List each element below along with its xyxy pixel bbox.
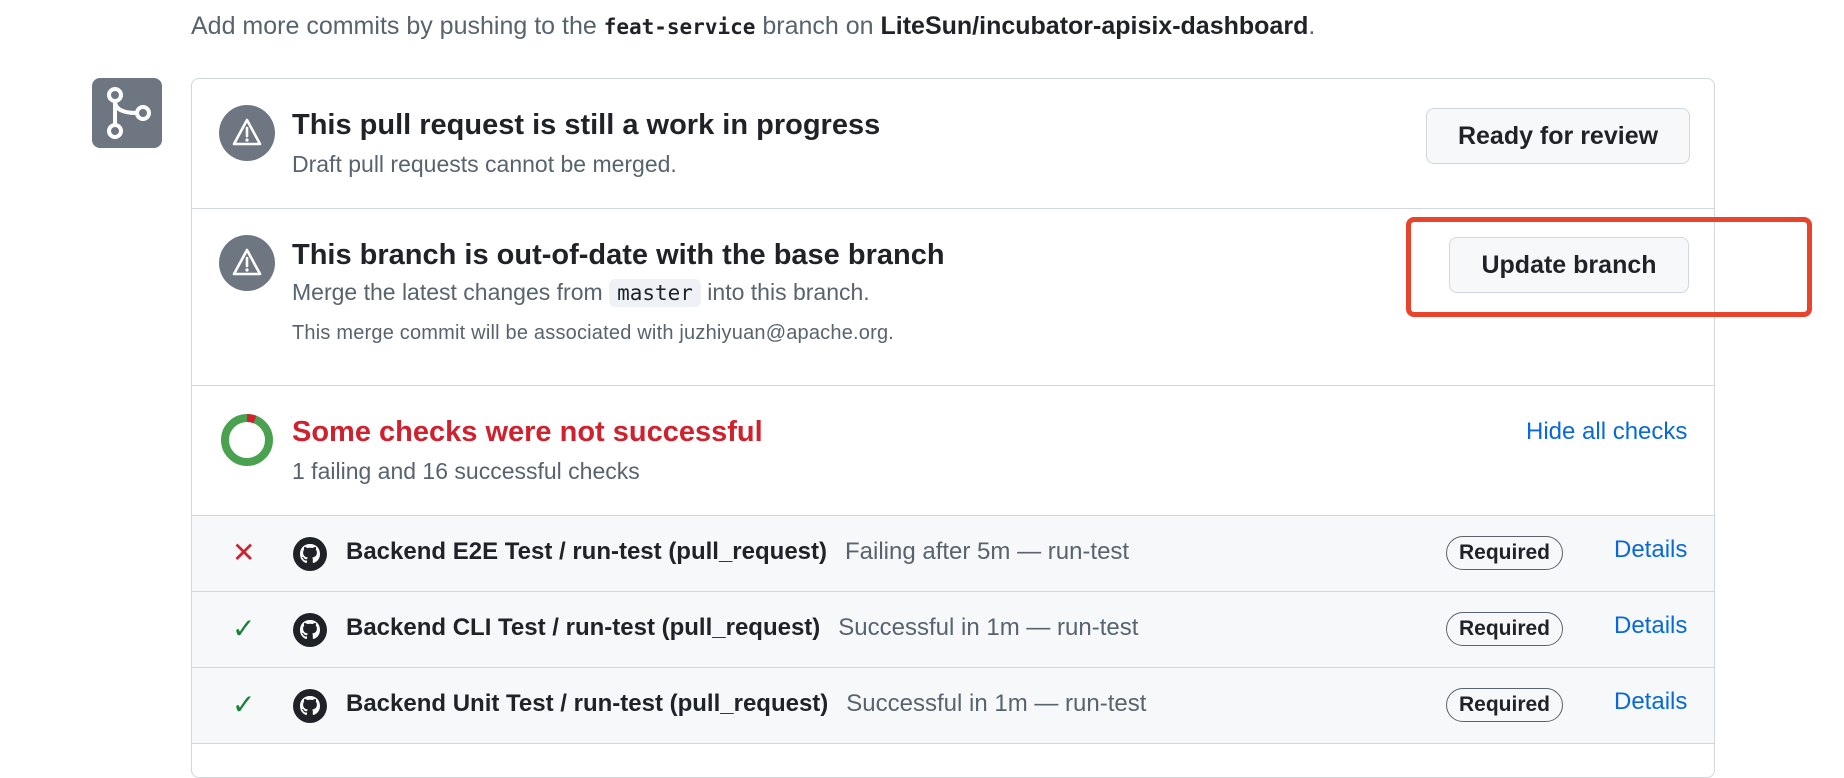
checks-list: ✕ Backend E2E Test / run-test (pull_requ… — [192, 516, 1714, 777]
ring-success-segment — [221, 414, 273, 466]
ready-for-review-button[interactable]: Ready for review — [1426, 108, 1690, 164]
check-name: Backend E2E Test / run-test (pull_reques… — [346, 538, 1129, 566]
merge-latest-text: Merge the latest changes from master int… — [292, 279, 870, 307]
github-icon — [292, 612, 328, 648]
required-badge: Required — [1446, 688, 1564, 722]
check-title: Backend Unit Test / run-test (pull_reque… — [346, 690, 829, 717]
check-name: Backend CLI Test / run-test (pull_reques… — [346, 614, 1138, 642]
check-description: Successful in 1m — run-test — [838, 614, 1139, 641]
alert-icon — [219, 235, 275, 291]
details-link[interactable]: Details — [1614, 536, 1687, 564]
details-link[interactable]: Details — [1614, 688, 1687, 716]
merge-box: This pull request is still a work in pro… — [191, 78, 1715, 778]
check-name: Backend Unit Test / run-test (pull_reque… — [346, 690, 1146, 718]
check-description: Successful in 1m — run-test — [846, 690, 1147, 717]
github-icon — [292, 688, 328, 724]
checks-title: Some checks were not successful — [292, 416, 763, 448]
details-link[interactable]: Details — [1614, 612, 1687, 640]
x-icon: ✕ — [232, 537, 256, 568]
check-description: Failing after 5m — run-test — [845, 538, 1130, 565]
out-of-date-title: This branch is out-of-date with the base… — [292, 239, 945, 271]
checks-subtitle: 1 failing and 16 successful checks — [292, 458, 640, 484]
check-title: Backend E2E Test / run-test (pull_reques… — [346, 538, 827, 565]
intro-middle: branch on — [755, 12, 881, 40]
intro-prefix: Add more commits by pushing to the — [191, 12, 604, 40]
alert-icon — [219, 105, 275, 161]
merge-latest-suffix: into this branch. — [700, 279, 870, 305]
hide-all-checks-link[interactable]: Hide all checks — [1526, 418, 1687, 446]
required-badge: Required — [1446, 612, 1564, 646]
check-row: ✕ Backend E2E Test / run-test (pull_requ… — [192, 516, 1714, 592]
repo-name[interactable]: LiteSun/incubator-apisix-dashboard — [881, 12, 1309, 40]
check-icon: ✓ — [232, 613, 256, 644]
draft-title: This pull request is still a work in pro… — [292, 109, 881, 141]
required-badge: Required — [1446, 536, 1564, 570]
draft-section: This pull request is still a work in pro… — [192, 79, 1714, 209]
merge-commit-note: This merge commit will be associated wit… — [292, 322, 895, 344]
checks-summary-section: Some checks were not successful 1 failin… — [192, 386, 1714, 516]
merge-latest-prefix: Merge the latest changes from — [292, 279, 610, 305]
update-branch-highlight — [1406, 217, 1812, 317]
git-merge-icon — [92, 78, 162, 148]
intro-suffix: . — [1308, 12, 1316, 40]
checks-status-ring-icon — [219, 412, 275, 468]
check-row: ✓ Backend CLI Test / run-test (pull_requ… — [192, 592, 1714, 668]
intro-text: Add more commits by pushing to the feat-… — [191, 12, 1315, 41]
base-branch-pill: master — [609, 279, 701, 307]
github-icon — [292, 536, 328, 572]
check-icon: ✓ — [232, 689, 256, 720]
draft-subtitle: Draft pull requests cannot be merged. — [292, 151, 677, 177]
check-row: ✓ Backend Unit Test / run-test (pull_req… — [192, 668, 1714, 744]
head-branch-name: feat-service — [603, 15, 756, 39]
check-title: Backend CLI Test / run-test (pull_reques… — [346, 614, 821, 641]
